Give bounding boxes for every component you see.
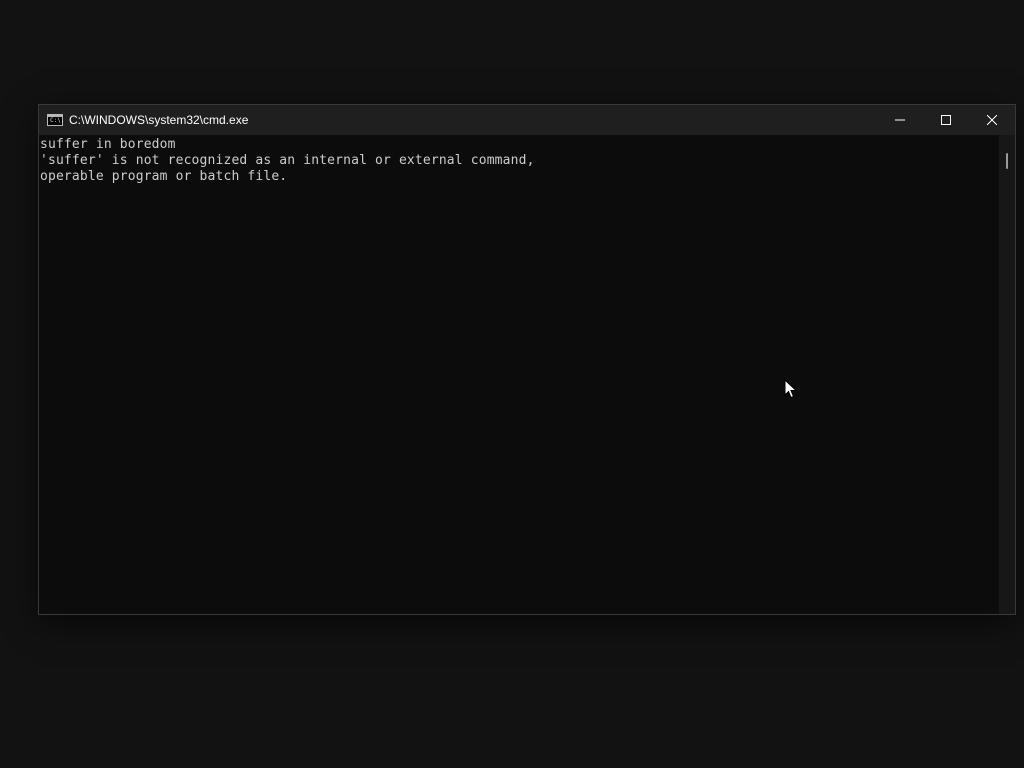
window-title: C:\WINDOWS\system32\cmd.exe: [69, 113, 249, 127]
console-line: suffer in boredom: [40, 137, 176, 152]
minimize-icon: [895, 119, 905, 121]
scrollbar-thumb[interactable]: [1006, 153, 1008, 169]
close-icon: [987, 115, 997, 125]
vertical-scrollbar[interactable]: [999, 135, 1015, 614]
console-line: 'suffer' is not recognized as an interna…: [40, 153, 535, 168]
app-icon-glyph: C:\.: [50, 117, 65, 124]
maximize-button[interactable]: [923, 105, 969, 135]
title-bar[interactable]: C:\. C:\WINDOWS\system32\cmd.exe: [39, 105, 1015, 135]
cmd-app-icon[interactable]: C:\.: [47, 114, 65, 126]
minimize-button[interactable]: [877, 105, 923, 135]
desktop: C:\. C:\WINDOWS\system32\cmd.exe suffer …: [0, 0, 1024, 768]
close-button[interactable]: [969, 105, 1015, 135]
console-output[interactable]: suffer in boredom 'suffer' is not recogn…: [39, 135, 999, 614]
console-line: operable program or batch file.: [40, 169, 288, 184]
maximize-icon: [941, 115, 951, 125]
cmd-window[interactable]: C:\. C:\WINDOWS\system32\cmd.exe suffer …: [38, 104, 1016, 615]
mouse-pointer-icon: [784, 379, 798, 399]
